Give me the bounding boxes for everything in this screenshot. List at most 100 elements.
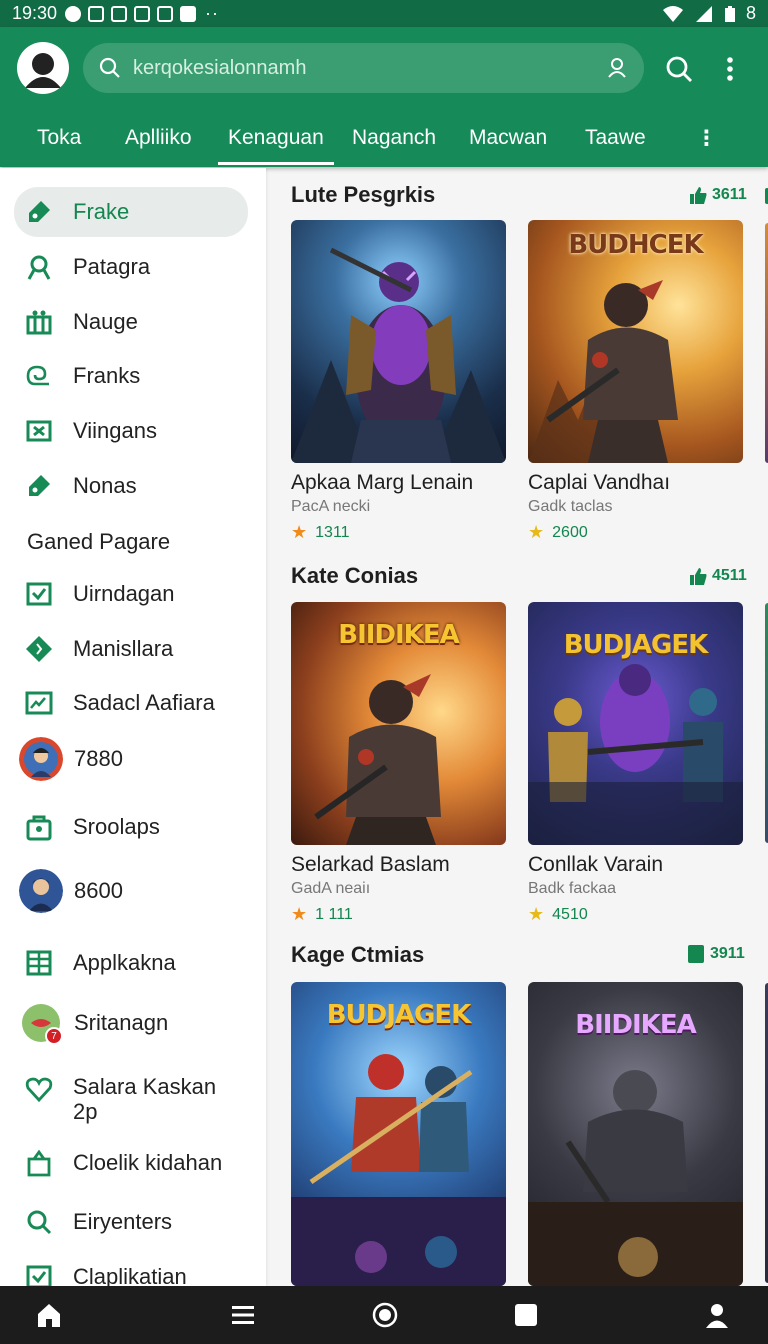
- sidebar-item-label: Eiryenters: [73, 1209, 173, 1234]
- tag-icon: [24, 197, 54, 227]
- sidebar-item-nauge[interactable]: Nauge: [14, 307, 248, 337]
- sidebar-item-applkakna[interactable]: Applkakna: [14, 948, 248, 978]
- game-subtitle: GadA neaiı: [291, 880, 371, 897]
- gift-icon: [24, 307, 54, 337]
- tab-bar: Toka Aplliiko Kenaguan Naganch Macwan Ta…: [0, 109, 768, 167]
- game-cover-image: BUDJAGEK: [291, 982, 506, 1286]
- notification-icon: [180, 5, 197, 22]
- menu-icon[interactable]: [228, 1300, 258, 1330]
- sidebar-item-patagra[interactable]: Patagra: [14, 252, 248, 282]
- play-icon: [65, 5, 82, 22]
- tab-macwan[interactable]: Macwan: [469, 109, 547, 167]
- tab-naganch[interactable]: Naganch: [352, 109, 436, 167]
- sidebar-item-cloelik-kidahan[interactable]: Cloelik kidahan: [14, 1148, 248, 1178]
- sidebar-item-salara-kaskan[interactable]: Salara Kaskan 2p: [14, 1074, 248, 1124]
- bag-icon: [24, 812, 54, 842]
- content-feed: Lute Pesgrkis 3611 Apkaa Marg Lenain Pac…: [268, 168, 768, 1286]
- person-icon: [24, 252, 54, 282]
- sidebar-item-nonas[interactable]: Nonas: [14, 471, 248, 501]
- section-badge[interactable]: 4511: [688, 566, 747, 586]
- game-card[interactable]: BUDHCEK Caplai Vandhaı Gadk taclas ★ 260…: [528, 220, 743, 543]
- status-bar: 19:30 ·· 8: [0, 0, 768, 27]
- user-silhouette-icon: [25, 53, 61, 88]
- game-cover-image: BIIDIKEA: [291, 602, 506, 845]
- tab-toka[interactable]: Toka: [37, 109, 81, 167]
- battery-level: 8: [745, 3, 756, 23]
- star-icon: ★: [291, 904, 308, 924]
- sidebar-item-label: Cloelik kidahan: [73, 1150, 223, 1175]
- search-icon: [99, 57, 120, 78]
- game-cover-image: BIIDIKEA: [528, 982, 743, 1286]
- check-box-icon: [24, 579, 54, 609]
- section-badge[interactable]: 3611: [688, 185, 747, 205]
- profile-avatar[interactable]: [17, 42, 69, 94]
- tabs-more-icon[interactable]: ⋮: [696, 109, 717, 167]
- avatar: [19, 737, 63, 781]
- home-button-icon[interactable]: [370, 1300, 400, 1330]
- game-title: Selarkad Baslam: [291, 853, 450, 876]
- sidebar-item-sritanagn[interactable]: 7 Sritanagn: [14, 1003, 248, 1045]
- sidebar-item-label: 8600: [74, 878, 123, 903]
- game-card[interactable]: BUDJAGEK: [291, 982, 506, 1286]
- box-x-icon: [24, 416, 54, 446]
- tab-aplliiko[interactable]: Aplliiko: [125, 109, 192, 167]
- tab-kenaguan[interactable]: Kenaguan: [218, 109, 334, 167]
- sidebar-item-label: Applkakna: [73, 950, 176, 975]
- sidebar-item-label: Viingans: [73, 418, 157, 443]
- game-subtitle: Gadk taclas: [528, 498, 613, 515]
- notification-icon: [111, 5, 128, 22]
- sidebar-item-uirndagan[interactable]: Uirndagan: [14, 579, 248, 609]
- notification-icon: [88, 5, 105, 22]
- avatar: [19, 869, 63, 913]
- sidebar-item-label: Sroolaps: [73, 814, 160, 839]
- cover-title: BUDHCEK: [568, 230, 703, 260]
- sidebar-item-sadacl-aafiara[interactable]: Sadacl Aafiara: [14, 688, 248, 718]
- home-icon[interactable]: [34, 1300, 64, 1330]
- sidebar-item-eiryenters[interactable]: Eiryenters: [14, 1207, 248, 1237]
- recents-icon[interactable]: [511, 1300, 541, 1330]
- sidebar-item-label: Nauge: [73, 309, 138, 334]
- section-title: Lute Pesgrkis: [291, 182, 436, 207]
- swirl-icon: [24, 361, 54, 391]
- sidebar-item-label: 7880: [74, 746, 123, 771]
- sidebar-item-label: Frake: [73, 199, 130, 224]
- sidebar-item-frake[interactable]: Frake: [14, 187, 248, 237]
- game-cover-image: BUDJAGEK: [528, 602, 743, 845]
- cover-title: BIIDIKEA: [575, 1010, 696, 1040]
- profile-icon[interactable]: [702, 1300, 732, 1330]
- search-input[interactable]: [131, 55, 606, 81]
- section-title: Kage Ctmias: [291, 942, 425, 967]
- sidebar-item-sroolaps[interactable]: Sroolaps: [14, 812, 248, 842]
- diamond-icon: [24, 634, 54, 664]
- sidebar-item-8600[interactable]: 8600: [14, 869, 248, 913]
- game-card[interactable]: BUDJAGEK Conllak Varain Badk fackaa ★ 45…: [528, 602, 743, 925]
- more-notifications-icon: ··: [205, 3, 220, 23]
- sidebar-item-label: Sadacl Aafiara: [73, 690, 215, 715]
- battery-icon: [724, 5, 735, 22]
- notification-icon: [157, 5, 174, 22]
- search-bar[interactable]: [83, 43, 644, 93]
- search-icon[interactable]: [665, 55, 693, 83]
- game-title: Caplai Vandhaı: [528, 471, 671, 494]
- cover-title: BIIDIKEA: [338, 620, 459, 650]
- game-title: Conllak Varain: [528, 853, 664, 876]
- heart-icon: [24, 1074, 54, 1104]
- section-badge[interactable]: 3911: [688, 945, 745, 963]
- grid-icon: [24, 948, 54, 978]
- tab-taawe[interactable]: Taawe: [585, 109, 646, 167]
- game-card[interactable]: Apkaa Marg Lenain PacA necki ★ 1311: [291, 220, 506, 543]
- star-icon: ★: [528, 904, 545, 924]
- game-rating: ★ 1311: [291, 522, 350, 542]
- sidebar-item-viingans[interactable]: Viingans: [14, 416, 248, 446]
- overflow-menu-icon[interactable]: [716, 55, 744, 83]
- sidebar-section-label: Ganed Pagare: [27, 529, 171, 554]
- sidebar-item-7880[interactable]: 7880: [14, 737, 248, 781]
- sidebar-item-manisllara[interactable]: Manisllara: [14, 634, 248, 664]
- game-subtitle: PacA necki: [291, 498, 371, 515]
- cover-title: BUDJAGEK: [563, 630, 709, 660]
- game-card[interactable]: BIIDIKEA: [528, 982, 743, 1286]
- sidebar-item-franks[interactable]: Franks: [14, 361, 248, 391]
- avatar: 7: [21, 1003, 63, 1045]
- voice-search-icon[interactable]: [606, 57, 628, 79]
- game-card[interactable]: BIIDIKEA Selarkad Baslam GadA neaiı ★ 1 …: [291, 602, 506, 925]
